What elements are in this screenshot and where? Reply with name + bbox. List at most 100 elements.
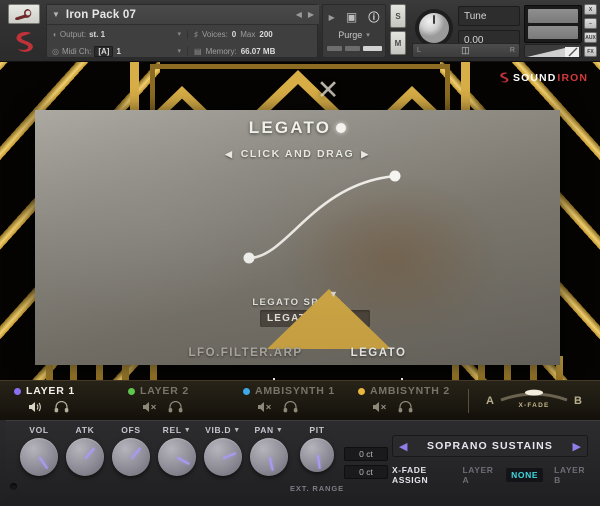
chevron-down-icon[interactable]: ▼ [233, 427, 241, 434]
preset-selector[interactable]: ◀ SOPRANO SUSTAINS ▶ [392, 435, 588, 457]
soundiron-s-icon [8, 28, 40, 58]
volume-slider[interactable] [524, 44, 582, 58]
toggle-dot-icon[interactable] [336, 123, 346, 133]
arrow-left-icon[interactable]: ◀ [225, 149, 234, 160]
ambisynth-2-controls [358, 401, 413, 413]
arrow-left-icon[interactable]: ◀ [296, 10, 302, 19]
tab-lfo-filter-arp[interactable]: LFO.FILTER.ARP [189, 347, 303, 359]
legato-mode-dropdown[interactable]: LEGATO ▼ [260, 310, 370, 327]
sidebar-item-ambisynth-2[interactable]: AMBISYNTH 2 [358, 381, 450, 421]
headphones-icon[interactable] [54, 401, 69, 413]
curve-handle-icon [244, 253, 255, 264]
pan-right-label: R [510, 47, 515, 54]
pit-label-text: PIT [309, 425, 324, 435]
memory-label: Memory: [206, 47, 237, 56]
vol-knob-cell[interactable]: VOL [16, 425, 62, 476]
vib-d-knob[interactable] [204, 438, 242, 476]
chevron-down-icon[interactable]: ▼ [276, 427, 284, 434]
speaker-mute-icon[interactable] [257, 401, 272, 413]
headphones-icon[interactable] [283, 401, 298, 413]
atk-knob[interactable] [66, 438, 104, 476]
xfade-control[interactable]: A X-FADE B [478, 381, 590, 421]
ofs-knob-cell[interactable]: OFS [108, 425, 154, 476]
atk-knob-cell[interactable]: ATK [62, 425, 108, 476]
arrow-left-icon[interactable]: ◀ [399, 440, 407, 453]
ambisynth-1-header[interactable]: AMBISYNTH 1 [243, 385, 335, 397]
vib-d-knob-cell[interactable]: VIB.D ▼ [200, 425, 246, 476]
speaker-on-icon[interactable] [28, 401, 43, 413]
chevron-down-icon[interactable]: ▼ [52, 10, 60, 19]
xfade-assign-none[interactable]: NONE [506, 468, 543, 482]
xfade-assign-layer-b[interactable]: LAYER B [549, 463, 592, 487]
sidebar-item-ambisynth-1[interactable]: AMBISYNTH 1 [243, 381, 335, 421]
speaker-mute-icon[interactable] [372, 401, 387, 413]
ambisynth-1-label: AMBISYNTH 1 [255, 385, 335, 397]
mute-button[interactable]: M [390, 31, 406, 55]
arrow-right-icon[interactable]: ▶ [573, 440, 581, 453]
sidebar-item-layer-2[interactable]: LAYER 2 [128, 381, 189, 421]
chevron-down-icon[interactable]: ▼ [184, 427, 192, 434]
layer-2-label: LAYER 2 [140, 385, 189, 397]
close-icon[interactable]: ✕ [313, 75, 343, 105]
purge-label: Purge [338, 30, 362, 40]
fx-button[interactable]: FX [584, 46, 597, 57]
atk-label-text: ATK [76, 425, 95, 435]
headphones-icon[interactable] [398, 401, 413, 413]
rel-knob[interactable] [158, 438, 196, 476]
minimize-window-button[interactable]: – [584, 18, 597, 29]
tab-legato[interactable]: LEGATO [351, 347, 407, 359]
camera-icon[interactable]: ▣ [346, 10, 357, 24]
info-icon[interactable]: ⓘ [368, 9, 379, 25]
arrow-right-icon[interactable]: ▶ [329, 13, 335, 22]
pan-knob[interactable] [250, 438, 288, 476]
chevron-down-icon[interactable]: ▼ [267, 289, 391, 349]
logo-text-iron: IRON [557, 72, 588, 84]
arrow-right-icon[interactable]: ▶ [361, 149, 370, 160]
xfade-assign-row: X-FADE ASSIGN LAYER A NONE LAYER B [392, 467, 592, 483]
pan-slider[interactable]: L ◫ R [412, 43, 520, 58]
xfade-assign-layer-a[interactable]: LAYER A [457, 463, 500, 487]
aux-button[interactable]: AUX [584, 32, 597, 43]
midi-channel-selector[interactable]: ◎ Midi Ch: [A] 1 ▾ [47, 46, 187, 57]
wrench-icon[interactable] [8, 4, 40, 24]
arrow-right-icon[interactable]: ▶ [308, 10, 314, 19]
output-value: st. 1 [89, 30, 105, 39]
layer-1-header[interactable]: LAYER 1 [14, 385, 75, 397]
xfade-slider-icon[interactable]: X-FADE [498, 386, 570, 416]
headphones-icon[interactable] [168, 401, 183, 413]
instrument-nav-arrows[interactable]: ◀ ▶ [296, 10, 314, 19]
pitch-field-lower[interactable]: 0 ct [344, 465, 388, 479]
bottom-control-panel: VOL ATK OFS REL ▼ [0, 420, 600, 506]
xfade-assign-label: X-FADE ASSIGN [392, 465, 451, 485]
rel-knob-cell[interactable]: REL ▼ [154, 425, 200, 476]
legato-curve-editor[interactable] [235, 162, 415, 272]
pitch-field-upper[interactable]: 0 ct [344, 447, 388, 461]
output-voices-row: ◖ Output: st. 1 ▾ ♯ Voices: 0 Max 200 [47, 26, 319, 42]
chevron-down-icon[interactable]: ▾ [177, 47, 181, 55]
layer-2-header[interactable]: LAYER 2 [128, 385, 189, 397]
pit-knob-label: PIT [309, 425, 324, 435]
ambisynth-2-header[interactable]: AMBISYNTH 2 [358, 385, 450, 397]
chevron-down-icon[interactable]: ▾ [177, 30, 181, 38]
xfade-label-b: B [574, 395, 582, 407]
output-icon: ◖ [52, 30, 57, 39]
solo-button[interactable]: S [390, 4, 406, 28]
pan-handle-icon[interactable]: ◫ [461, 45, 470, 56]
instrument-title-bar[interactable]: ▼ Iron Pack 07 ◀ ▶ [47, 5, 319, 25]
pan-left-label: L [417, 47, 421, 54]
sidebar-item-layer-1[interactable]: LAYER 1 [14, 381, 75, 421]
speaker-mute-icon[interactable] [142, 401, 157, 413]
instrument-slot[interactable]: ▼ Iron Pack 07 ◀ ▶ ◖ Output: st. 1 ▾ ♯ V… [46, 4, 318, 58]
chevron-down-icon[interactable]: ▾ [366, 31, 370, 39]
output-selector[interactable]: ◖ Output: st. 1 ▾ [47, 30, 187, 39]
ofs-knob[interactable] [112, 438, 150, 476]
pit-knob[interactable] [300, 438, 334, 472]
purge-button[interactable]: Purge ▾ [323, 27, 385, 43]
mod-wheel-column[interactable] [0, 420, 6, 506]
purge-panel[interactable]: ▶ ▣ ⓘ Purge ▾ [322, 4, 386, 58]
pit-knob-cell[interactable]: PIT [294, 425, 340, 472]
close-window-button[interactable]: X [584, 4, 597, 15]
pan-knob-cell[interactable]: PAN ▼ [246, 425, 292, 476]
vol-knob[interactable] [20, 438, 58, 476]
legato-title-text: LEGATO [249, 118, 331, 138]
